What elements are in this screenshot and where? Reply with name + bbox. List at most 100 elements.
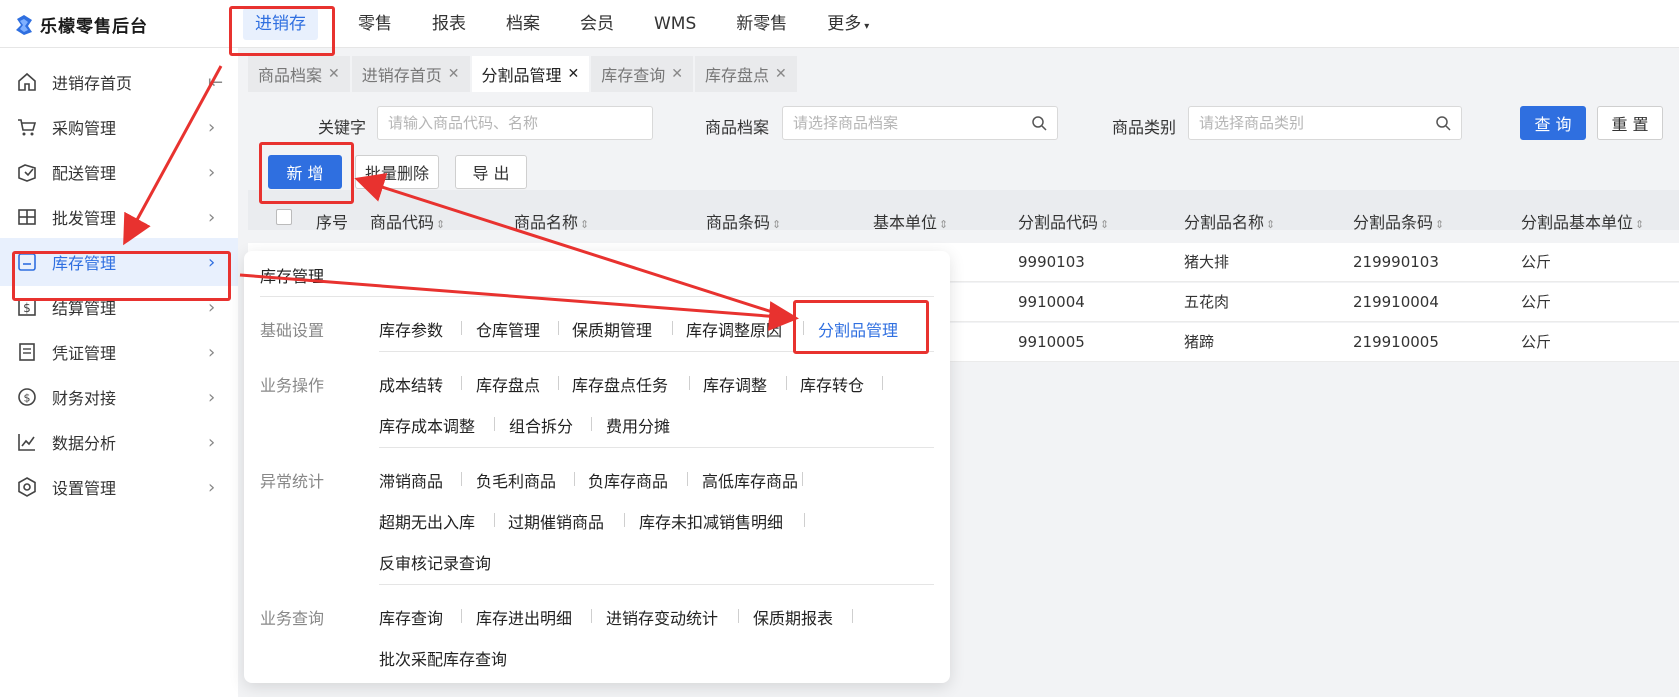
menu-link-stocktake[interactable]: 库存盘点 <box>476 372 540 396</box>
sort-icon[interactable]: ⇕ <box>1266 218 1275 231</box>
close-icon[interactable]: ✕ <box>328 66 340 82</box>
home-icon <box>18 72 36 91</box>
batch-delete-button[interactable]: 批量删除 <box>355 155 439 189</box>
menu-separator <box>687 472 688 486</box>
menu-link-shelf-life[interactable]: 保质期管理 <box>572 317 652 341</box>
sort-icon[interactable]: ⇕ <box>1635 218 1644 231</box>
query-button[interactable]: 查 询 <box>1520 106 1586 140</box>
category-select[interactable]: 请选择商品类别 <box>1188 106 1462 140</box>
col-product-barcode[interactable]: 商品条码 ⇕ <box>706 203 781 243</box>
svg-text:$: $ <box>24 392 31 405</box>
col-split-code[interactable]: 分割品代码 ⇕ <box>1018 203 1109 243</box>
menu-link-stock-adjust[interactable]: 库存调整 <box>703 372 767 396</box>
sidebar-item-data-analysis[interactable]: 数据分析 › <box>0 418 238 466</box>
tab-stock-query[interactable]: 库存查询 ✕ <box>591 56 693 92</box>
sidebar-item-settings[interactable]: 设置管理 › <box>0 463 238 511</box>
close-icon[interactable]: ✕ <box>775 66 787 82</box>
topnav-item-reports[interactable]: 报表 <box>412 0 486 48</box>
app-logo[interactable]: 乐檬零售后台 <box>14 12 148 37</box>
topnav-item-new-retail[interactable]: 新零售 <box>716 0 807 48</box>
sidebar-item-label: 凭证管理 <box>52 344 117 363</box>
tab-stocktake[interactable]: 库存盘点 ✕ <box>695 56 797 92</box>
menu-link-high-low-stock[interactable]: 高低库存商品 <box>702 468 798 492</box>
menu-link-unaudit-records[interactable]: 反审核记录查询 <box>379 550 491 574</box>
tab-inventory-home[interactable]: 进销存首页 ✕ <box>351 56 470 92</box>
topnav-item-archives[interactable]: 档案 <box>486 0 560 48</box>
col-base-unit[interactable]: 基本单位 ⇕ <box>873 203 948 243</box>
menu-separator <box>461 376 462 390</box>
settlement-icon: $ <box>18 298 36 316</box>
menu-link-unreduced-sales[interactable]: 库存未扣减销售明细 <box>639 509 783 533</box>
chevron-right-icon: › <box>208 296 216 318</box>
sidebar-item-voucher[interactable]: 凭证管理 › <box>0 328 238 376</box>
add-button[interactable]: 新 增 <box>268 155 342 189</box>
close-icon[interactable]: ✕ <box>448 66 460 82</box>
menu-link-expired-promo[interactable]: 过期催销商品 <box>508 509 604 533</box>
sort-icon[interactable]: ⇕ <box>1100 218 1109 231</box>
sidebar-item-purchase[interactable]: 采购管理 › <box>0 103 238 151</box>
menu-link-stock-transfer[interactable]: 库存转仓 <box>800 372 864 396</box>
wholesale-icon <box>18 209 36 225</box>
topnav-item-inventory[interactable]: 进销存 <box>233 0 338 48</box>
sidebar-item-inventory[interactable]: 库存管理 › <box>0 238 238 286</box>
menu-link-slow-moving[interactable]: 滞销商品 <box>379 468 443 492</box>
search-icon[interactable] <box>1031 115 1047 131</box>
menu-link-cost-carryover[interactable]: 成本结转 <box>379 372 443 396</box>
topnav-item-more[interactable]: 更多 ▾ <box>807 0 889 48</box>
col-product-code[interactable]: 商品代码 ⇕ <box>370 203 445 243</box>
topnav-item-wms[interactable]: WMS <box>634 0 716 48</box>
menu-link-warehouse[interactable]: 仓库管理 <box>476 317 540 341</box>
sidebar-item-inventory-home[interactable]: 进销存首页 ⇤ <box>0 58 238 106</box>
col-split-barcode[interactable]: 分割品条码 ⇕ <box>1353 203 1444 243</box>
menu-link-overdue-no-movement[interactable]: 超期无出入库 <box>379 509 475 533</box>
tab-product-archive[interactable]: 商品档案 ✕ <box>248 56 350 92</box>
menu-link-combo-split[interactable]: 组合拆分 <box>509 413 573 437</box>
sidebar-item-wholesale[interactable]: 批发管理 › <box>0 193 238 241</box>
chevron-right-icon: › <box>208 431 216 453</box>
reset-button[interactable]: 重 置 <box>1597 106 1663 140</box>
top-nav: 进销存 零售 报表 档案 会员 WMS 新零售 更多 ▾ <box>233 0 889 48</box>
menu-group-queries: 业务查询 <box>260 609 325 628</box>
menu-link-stock-params[interactable]: 库存参数 <box>379 317 443 341</box>
voucher-icon <box>19 343 35 361</box>
keyword-input[interactable]: 请输入商品代码、名称 <box>377 106 653 140</box>
menu-link-cost-adjust[interactable]: 库存成本调整 <box>379 413 475 437</box>
finance-icon: $ <box>18 388 36 406</box>
sort-icon[interactable]: ⇕ <box>580 218 589 231</box>
tab-split-product[interactable]: 分割品管理 ✕ <box>471 56 590 92</box>
menu-divider <box>260 296 934 297</box>
sort-icon[interactable]: ⇕ <box>1435 218 1444 231</box>
menu-link-adjust-reason[interactable]: 库存调整原因 <box>686 317 782 341</box>
topnav-item-members[interactable]: 会员 <box>560 0 634 48</box>
menu-link-split-product[interactable]: 分割品管理 <box>818 317 898 341</box>
menu-link-shelf-life-report[interactable]: 保质期报表 <box>753 605 833 629</box>
export-button[interactable]: 导 出 <box>455 155 527 189</box>
sidebar-item-finance[interactable]: $ 财务对接 › <box>0 373 238 421</box>
topnav-item-retail[interactable]: 零售 <box>338 0 412 48</box>
menu-link-cost-allocation[interactable]: 费用分摊 <box>606 413 670 437</box>
cell-split-unit: 公斤 <box>1521 253 1552 271</box>
product-archive-select[interactable]: 请选择商品档案 <box>782 106 1058 140</box>
search-icon[interactable] <box>1435 115 1451 131</box>
col-product-name[interactable]: 商品名称 ⇕ <box>514 203 589 243</box>
menu-link-negative-stock[interactable]: 负库存商品 <box>588 468 668 492</box>
menu-link-batch-stock-query[interactable]: 批次采配库存查询 <box>379 646 507 670</box>
menu-group-exceptions: 异常统计 <box>260 472 325 491</box>
collapse-icon[interactable]: ⇤ <box>208 72 223 93</box>
menu-link-change-stats[interactable]: 进销存变动统计 <box>606 605 718 629</box>
col-split-name[interactable]: 分割品名称 ⇕ <box>1184 203 1275 243</box>
col-split-unit[interactable]: 分割品基本单位 ⇕ <box>1521 203 1644 243</box>
sort-icon[interactable]: ⇕ <box>436 218 445 231</box>
close-icon[interactable]: ✕ <box>671 66 683 82</box>
menu-link-stock-query[interactable]: 库存查询 <box>379 605 443 629</box>
sort-icon[interactable]: ⇕ <box>772 218 781 231</box>
sidebar-item-delivery[interactable]: 配送管理 › <box>0 148 238 196</box>
select-all-checkbox[interactable] <box>276 209 292 225</box>
sort-icon[interactable]: ⇕ <box>939 218 948 231</box>
sidebar-item-label: 采购管理 <box>52 119 117 138</box>
menu-link-negative-margin[interactable]: 负毛利商品 <box>476 468 556 492</box>
menu-link-stock-in-out[interactable]: 库存进出明细 <box>476 605 572 629</box>
menu-link-stocktake-task[interactable]: 库存盘点任务 <box>572 372 668 396</box>
sidebar-item-settlement[interactable]: $ 结算管理 › <box>0 283 238 331</box>
close-icon[interactable]: ✕ <box>568 66 580 82</box>
